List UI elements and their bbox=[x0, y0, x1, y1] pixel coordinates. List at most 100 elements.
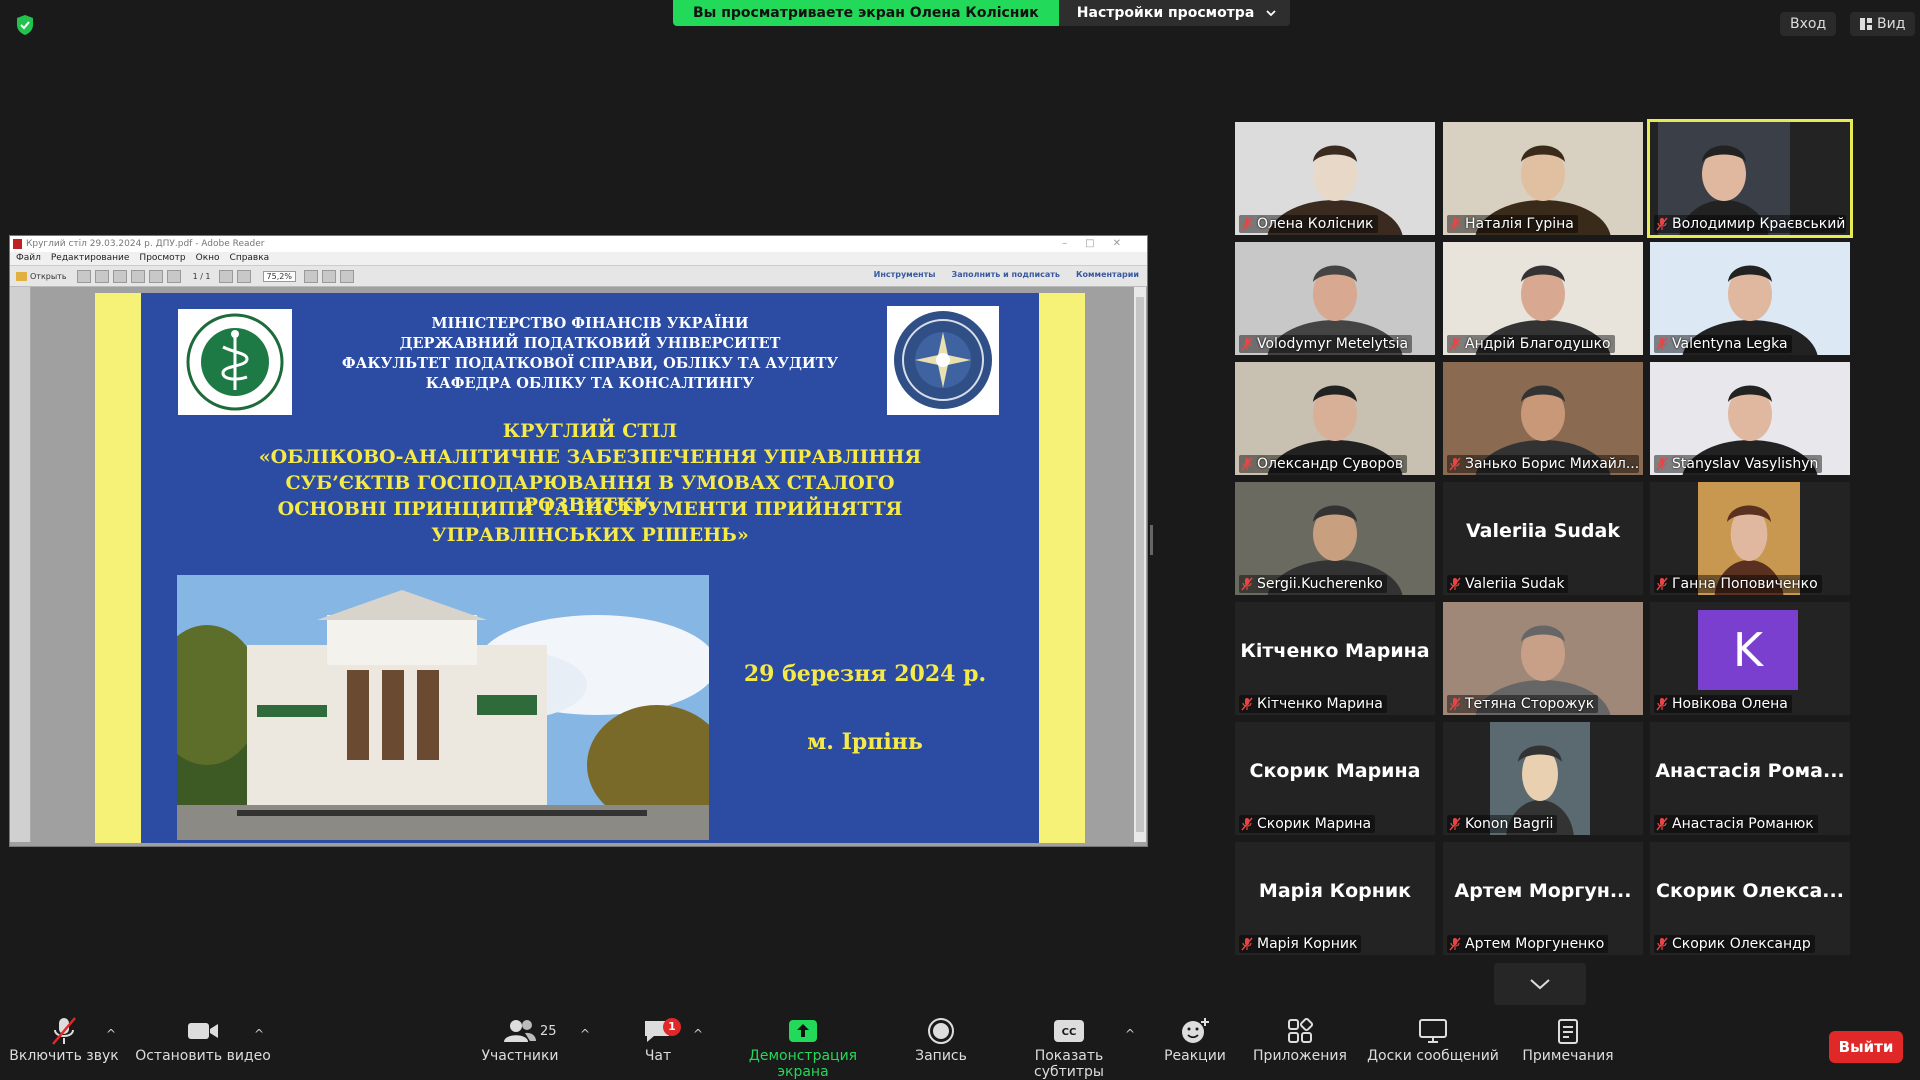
apps-button[interactable]: Приложения bbox=[1248, 1014, 1352, 1064]
video-options-caret[interactable]: ^ bbox=[254, 1027, 264, 1041]
zoom-out-icon[interactable] bbox=[218, 269, 233, 283]
email-icon[interactable] bbox=[130, 269, 145, 283]
page-indicator[interactable]: 1 / 1 bbox=[193, 272, 211, 281]
slide-stripe-right bbox=[1039, 293, 1085, 843]
participant-name-tag: Марія Корник bbox=[1239, 935, 1362, 953]
participant-display-name: Скорик Марина bbox=[1249, 760, 1421, 782]
window-controls[interactable]: –□✕ bbox=[1062, 236, 1139, 252]
view-settings-button[interactable]: Настройки просмотра bbox=[1058, 0, 1291, 26]
participant-name: Марія Корник bbox=[1257, 936, 1358, 952]
view-settings-label: Настройки просмотра bbox=[1076, 4, 1255, 21]
muted-mic-icon bbox=[1656, 697, 1668, 711]
university-emblem-right bbox=[887, 306, 999, 415]
participant-name-tag: Андрій Благодушко bbox=[1447, 335, 1615, 353]
participant-tile[interactable]: Konon Bagrii bbox=[1443, 722, 1643, 835]
leave-meeting-button[interactable]: Выйти bbox=[1829, 1031, 1903, 1063]
participant-tile[interactable]: Анастасія Рома... Анастасія Романюк bbox=[1650, 722, 1850, 835]
menu-edit[interactable]: Редактирование bbox=[51, 252, 130, 265]
participant-tile[interactable]: Stanyslav Vasylishyn bbox=[1650, 362, 1850, 475]
participant-tile[interactable]: Кітченко Марина Кітченко Марина bbox=[1235, 602, 1435, 715]
notes-button[interactable]: Примечания bbox=[1518, 1014, 1618, 1064]
show-captions-button[interactable]: CC Показать субтитры bbox=[1000, 1014, 1138, 1080]
login-button[interactable]: Вход bbox=[1780, 12, 1837, 36]
participants-options-caret[interactable]: ^ bbox=[580, 1027, 590, 1041]
participant-tile[interactable]: Скорик Марина Скорик Марина bbox=[1235, 722, 1435, 835]
record-button[interactable]: Запись bbox=[910, 1014, 972, 1064]
zoom-in-icon[interactable] bbox=[236, 269, 251, 283]
notes-icon bbox=[1558, 1019, 1578, 1044]
muted-mic-icon bbox=[1656, 937, 1668, 951]
participant-tile[interactable]: Олена Колісник bbox=[1235, 122, 1435, 235]
muted-mic-icon bbox=[1241, 337, 1253, 351]
scrollbar-thumb[interactable] bbox=[1136, 297, 1144, 832]
muted-mic-icon bbox=[1656, 817, 1668, 831]
participant-tile[interactable]: Скорик Олекса... Скорик Олександр bbox=[1650, 842, 1850, 955]
participant-tile[interactable]: Наталія Гуріна bbox=[1443, 122, 1643, 235]
fit-page-icon[interactable] bbox=[303, 269, 318, 283]
participants-button[interactable]: Участники bbox=[478, 1014, 562, 1064]
reader-side-panel[interactable] bbox=[10, 287, 31, 842]
participant-tile[interactable]: Артем Моргун... Артем Моргуненко bbox=[1443, 842, 1643, 955]
highlight-icon[interactable] bbox=[339, 269, 354, 283]
avatar: K bbox=[1698, 610, 1798, 690]
tools-link[interactable]: Инструменты bbox=[874, 270, 936, 279]
open-folder-icon[interactable] bbox=[16, 271, 27, 281]
participant-name-tag: Новікова Олена bbox=[1654, 695, 1792, 713]
participant-tile[interactable]: Тетяна Сторожук bbox=[1443, 602, 1643, 715]
menu-view[interactable]: Просмотр bbox=[139, 252, 185, 265]
participant-tile[interactable]: Valentyna Legka bbox=[1650, 242, 1850, 355]
participant-tile[interactable]: Sergii.Kucherenko bbox=[1235, 482, 1435, 595]
print-icon[interactable] bbox=[112, 269, 127, 283]
participant-name-tag: Ганна Поповиченко bbox=[1654, 575, 1822, 593]
whiteboards-button[interactable]: Доски сообщений bbox=[1366, 1014, 1500, 1064]
next-page-icon[interactable] bbox=[166, 269, 181, 283]
captions-options-caret[interactable]: ^ bbox=[1125, 1027, 1135, 1041]
participant-name: Valentyna Legka bbox=[1672, 336, 1788, 352]
share-screen-button[interactable]: Демонстрация экрана bbox=[722, 1014, 884, 1080]
slide-org-line-3: ФАКУЛЬТЕТ ПОДАТКОВОЇ СПРАВИ, ОБЛІКУ ТА А… bbox=[341, 355, 839, 372]
participant-tile[interactable]: Volodymyr Metelytsia bbox=[1235, 242, 1435, 355]
slide-city: м. Ірпінь bbox=[807, 729, 923, 755]
chat-options-caret[interactable]: ^ bbox=[693, 1027, 703, 1041]
participant-name: Тетяна Сторожук bbox=[1465, 696, 1595, 712]
menu-window[interactable]: Окно bbox=[196, 252, 220, 265]
unmute-button[interactable]: Включить звук bbox=[8, 1014, 120, 1064]
menu-help[interactable]: Справка bbox=[230, 252, 270, 265]
zoom-level[interactable]: 75,2% bbox=[262, 270, 296, 282]
gallery-next-page-button[interactable] bbox=[1494, 963, 1586, 1005]
prev-page-icon[interactable] bbox=[148, 269, 163, 283]
menu-file[interactable]: Файл bbox=[16, 252, 41, 265]
open-button[interactable]: Открыть bbox=[30, 272, 67, 281]
reader-scrollbar[interactable] bbox=[1134, 287, 1146, 842]
stop-video-button[interactable]: Остановить видео bbox=[135, 1014, 271, 1064]
participant-tile[interactable]: Занько Борис Михайл... bbox=[1443, 362, 1643, 475]
participant-tile[interactable]: Олександр Суворов bbox=[1235, 362, 1435, 475]
muted-mic-icon bbox=[1241, 697, 1253, 711]
participant-tile[interactable]: Valeriia Sudak Valeriia Sudak bbox=[1443, 482, 1643, 595]
participant-tile[interactable]: Марія Корник Марія Корник bbox=[1235, 842, 1435, 955]
audio-options-caret[interactable]: ^ bbox=[106, 1027, 116, 1041]
participant-tile[interactable]: Андрій Благодушко bbox=[1443, 242, 1643, 355]
participant-tile[interactable]: K Новікова Олена bbox=[1650, 602, 1850, 715]
comments-link[interactable]: Комментарии bbox=[1076, 270, 1139, 279]
view-button[interactable]: Вид bbox=[1850, 12, 1916, 36]
participant-display-name: Марія Корник bbox=[1258, 880, 1412, 902]
muted-mic-icon bbox=[1656, 337, 1668, 351]
chevron-down-icon bbox=[1530, 979, 1550, 990]
participant-name-tag: Volodymyr Metelytsia bbox=[1239, 335, 1413, 353]
save-icon[interactable] bbox=[94, 269, 109, 283]
participant-name: Артем Моргуненко bbox=[1465, 936, 1605, 952]
create-icon[interactable] bbox=[76, 269, 91, 283]
participant-tile[interactable]: Володимир Краєвський bbox=[1647, 119, 1853, 238]
security-shield-icon[interactable] bbox=[14, 14, 36, 36]
participant-tile[interactable]: Ганна Поповиченко bbox=[1650, 482, 1850, 595]
notes-label: Примечания bbox=[1522, 1048, 1614, 1064]
fill-sign-link[interactable]: Заполнить и подписать bbox=[952, 270, 1060, 279]
participant-name: Володимир Краєвський bbox=[1672, 216, 1846, 232]
splitter-handle[interactable] bbox=[1150, 525, 1153, 555]
video-camera-icon bbox=[188, 1023, 218, 1039]
participant-name-tag: Занько Борис Михайл... bbox=[1447, 455, 1639, 473]
participant-name: Volodymyr Metelytsia bbox=[1257, 336, 1409, 352]
comment-icon[interactable] bbox=[321, 269, 336, 283]
reactions-button[interactable]: Реакции bbox=[1162, 1014, 1228, 1064]
